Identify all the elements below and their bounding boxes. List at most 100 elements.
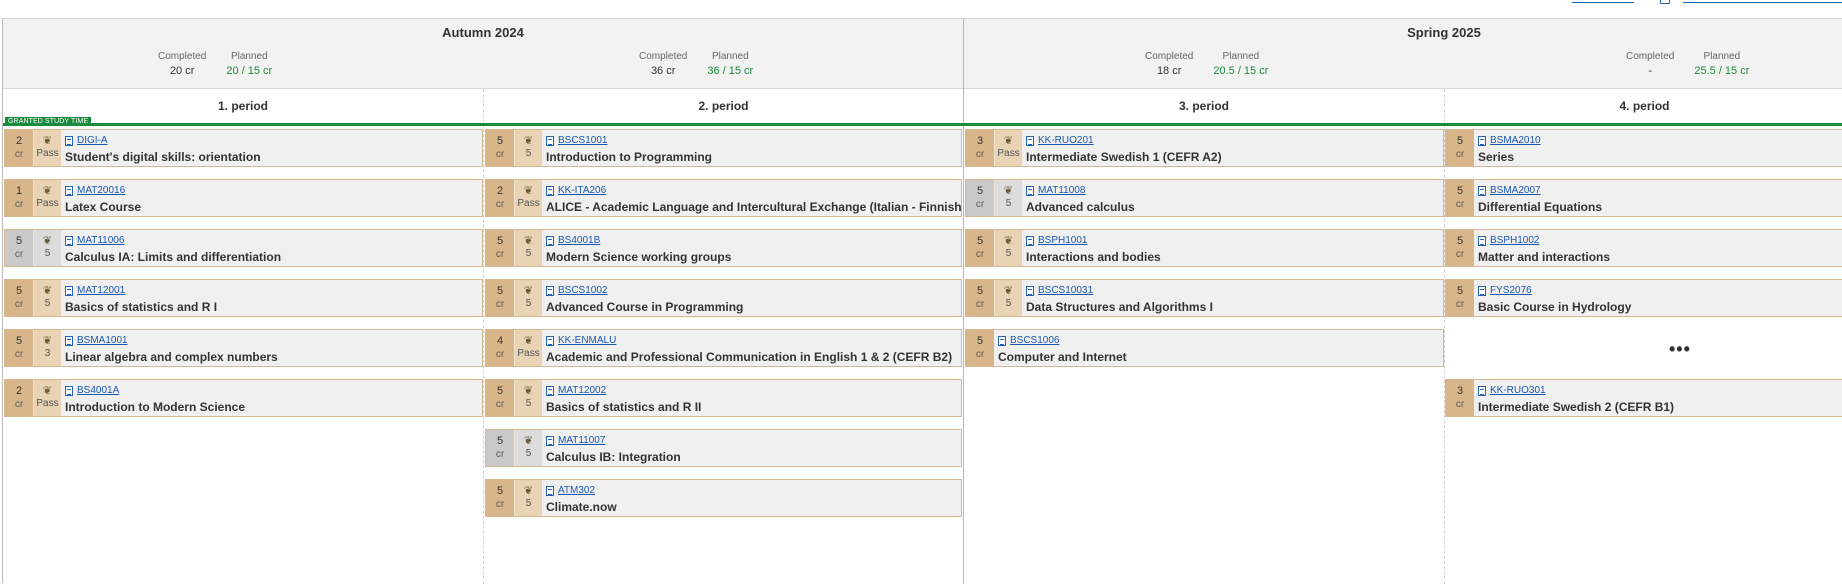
- course-code-link[interactable]: MAT11007: [558, 435, 605, 446]
- grade-box: ❦ 5: [994, 230, 1022, 266]
- course-name: Interactions and bodies: [1026, 250, 1161, 264]
- course-info: BSCS10031 Data Structures and Algorithms …: [1022, 280, 1443, 316]
- credits-box: 5 cr: [1446, 180, 1474, 216]
- course-code-link[interactable]: BSMA2010: [1490, 135, 1541, 146]
- course-info: BSMA2007 Differential Equations: [1474, 180, 1842, 216]
- grade-box: ❦ Pass: [33, 380, 61, 416]
- credits-box: 5 cr: [5, 280, 33, 316]
- course-card[interactable]: 1 cr ❦ Pass MAT20016 Latex Course: [4, 179, 483, 217]
- credits-unit: cr: [14, 399, 24, 410]
- credits-value: 5: [976, 335, 984, 347]
- course-code-link[interactable]: KK-RUO201: [1038, 135, 1094, 146]
- course-card[interactable]: 5 cr ❦ 5 MAT11006 Calculus IA: Limits and dif…: [4, 229, 483, 267]
- document-icon: [65, 185, 73, 196]
- course-code-row: BSPH1001: [1026, 233, 1443, 248]
- course-info: FYS2076 Basic Course in Hydrology: [1474, 280, 1842, 316]
- credits-value: 2: [15, 135, 23, 147]
- course-card[interactable]: 2 cr ❦ Pass DIGI-A Student's digital skills: …: [4, 129, 483, 167]
- document-icon: [1026, 285, 1034, 296]
- credits-box: 2 cr: [5, 130, 33, 166]
- course-card[interactable]: 5 cr ❦ 3 BSMA1001 Linear algebra and complex …: [4, 329, 483, 367]
- course-code-link[interactable]: MAT12001: [77, 285, 125, 296]
- course-code-link[interactable]: MAT20016: [77, 185, 125, 196]
- course-info: DIGI-A Student's digital skills: orientat…: [61, 130, 482, 166]
- document-icon: [1478, 385, 1486, 396]
- course-card[interactable]: 5 cr ❦ 5 MAT12002 Basics of statistics and R …: [485, 379, 962, 417]
- completed-value: -: [1648, 65, 1653, 77]
- planned-label: Planned: [711, 51, 749, 62]
- course-code-link[interactable]: BSCS10031: [1038, 285, 1093, 296]
- course-code-link[interactable]: ATM302: [558, 485, 595, 496]
- toolbar-link-2[interactable]: [1683, 0, 1842, 3]
- grade-value: 5: [525, 148, 532, 159]
- grade-value: Pass: [36, 198, 59, 209]
- course-code-link[interactable]: BSPH1002: [1490, 235, 1539, 246]
- credits-value: 5: [976, 235, 984, 247]
- course-card[interactable]: 5 cr BSMA2010 Series: [1445, 129, 1842, 167]
- planned-label: Planned: [1222, 51, 1260, 62]
- course-card[interactable]: 5 cr ❦ 5 MAT12001 Basics of statistics and R …: [4, 279, 483, 317]
- credits-box: 2 cr: [486, 180, 514, 216]
- grade-value: 5: [525, 298, 532, 309]
- course-code-link[interactable]: KK-ENMALU: [558, 335, 616, 346]
- course-code-link[interactable]: BS4001B: [558, 235, 600, 246]
- credits-box: 5 cr: [966, 330, 994, 366]
- grade-box: ❦ Pass: [514, 180, 542, 216]
- credits-value: 5: [15, 235, 23, 247]
- laurel-icon: ❦: [523, 234, 534, 247]
- course-code-link[interactable]: BSCS1002: [558, 285, 607, 296]
- course-code-link[interactable]: BSMA2007: [1490, 185, 1541, 196]
- top-toolbar: [0, 0, 1842, 18]
- course-card[interactable]: 4 cr ❦ Pass KK-ENMALU Academic and Profession…: [485, 329, 962, 367]
- course-card[interactable]: 5 cr ❦ 5 MAT11007 Calculus IB: Integration: [485, 429, 962, 467]
- credits-unit: cr: [495, 249, 505, 260]
- course-code-link[interactable]: BSMA1001: [77, 335, 128, 346]
- course-name: Latex Course: [65, 200, 142, 214]
- period-title: 2. period: [698, 99, 749, 113]
- laurel-icon: ❦: [523, 134, 534, 147]
- toolbar-link-1[interactable]: [1572, 0, 1634, 3]
- credits-value: 3: [1456, 385, 1464, 397]
- course-card[interactable]: 5 cr ❦ 5 BSPH1001 Interactions and bodies: [965, 229, 1444, 267]
- course-name: Introduction to Modern Science: [65, 400, 246, 414]
- laurel-icon: ❦: [523, 284, 534, 297]
- course-name: Modern Science working groups: [546, 250, 732, 264]
- course-code-link[interactable]: BSPH1001: [1038, 235, 1087, 246]
- course-code-link[interactable]: FYS2076: [1490, 285, 1532, 296]
- course-card[interactable]: 5 cr BSCS1006 Computer and Internet: [965, 329, 1444, 367]
- credits-box: 5 cr: [1446, 230, 1474, 266]
- course-code-link[interactable]: BSCS1006: [1010, 335, 1059, 346]
- course-card[interactable]: 2 cr ❦ Pass BS4001A Introduction to Modern Sc…: [4, 379, 483, 417]
- course-code-link[interactable]: BS4001A: [77, 385, 119, 396]
- course-card[interactable]: 5 cr FYS2076 Basic Course in Hydrology: [1445, 279, 1842, 317]
- credits-value: 5: [496, 485, 504, 497]
- course-code-link[interactable]: MAT11008: [1038, 185, 1085, 196]
- credits-box: 5 cr: [486, 280, 514, 316]
- course-card[interactable]: 2 cr ❦ Pass KK-ITA206 ALICE - Academic Langua…: [485, 179, 962, 217]
- course-card[interactable]: 5 cr ❦ 5 BSCS10031 Data Structures and Algori…: [965, 279, 1444, 317]
- course-card[interactable]: 5 cr ❦ 5 BSCS1002 Advanced Course in Programm…: [485, 279, 962, 317]
- course-code-link[interactable]: MAT11006: [77, 235, 124, 246]
- course-code-link[interactable]: BSCS1001: [558, 135, 607, 146]
- more-courses-button[interactable]: •••: [1669, 339, 1691, 360]
- laurel-icon: ❦: [523, 184, 534, 197]
- course-card[interactable]: 5 cr ❦ 5 ATM302 Climate.now: [485, 479, 962, 517]
- grade-box: ❦ Pass: [994, 130, 1022, 166]
- credits-unit: cr: [14, 249, 24, 260]
- course-code-link[interactable]: DIGI-A: [77, 135, 108, 146]
- credits-unit: cr: [975, 249, 985, 260]
- credits-box: 1 cr: [5, 180, 33, 216]
- course-card[interactable]: 5 cr ❦ 5 MAT11008 Advanced calculus: [965, 179, 1444, 217]
- course-code-link[interactable]: KK-ITA206: [558, 185, 606, 196]
- course-card[interactable]: 5 cr ❦ 5 BSCS1001 Introduction to Programming: [485, 129, 962, 167]
- course-card[interactable]: 5 cr BSPH1002 Matter and interactions: [1445, 229, 1842, 267]
- course-card[interactable]: 5 cr BSMA2007 Differential Equations: [1445, 179, 1842, 217]
- course-card[interactable]: 3 cr ❦ Pass KK-RUO201 Intermediate Swedish 1 …: [965, 129, 1444, 167]
- credits-unit: cr: [495, 349, 505, 360]
- grade-box: ❦ 5: [514, 380, 542, 416]
- course-card[interactable]: 3 cr KK-RUO301 Intermediate Swedish 2 (CEFR…: [1445, 379, 1842, 417]
- course-card[interactable]: 5 cr ❦ 5 BS4001B Modern Science working group…: [485, 229, 962, 267]
- course-code-link[interactable]: MAT12002: [558, 385, 606, 396]
- completed-label: Completed: [1626, 51, 1675, 62]
- course-code-link[interactable]: KK-RUO301: [1490, 385, 1546, 396]
